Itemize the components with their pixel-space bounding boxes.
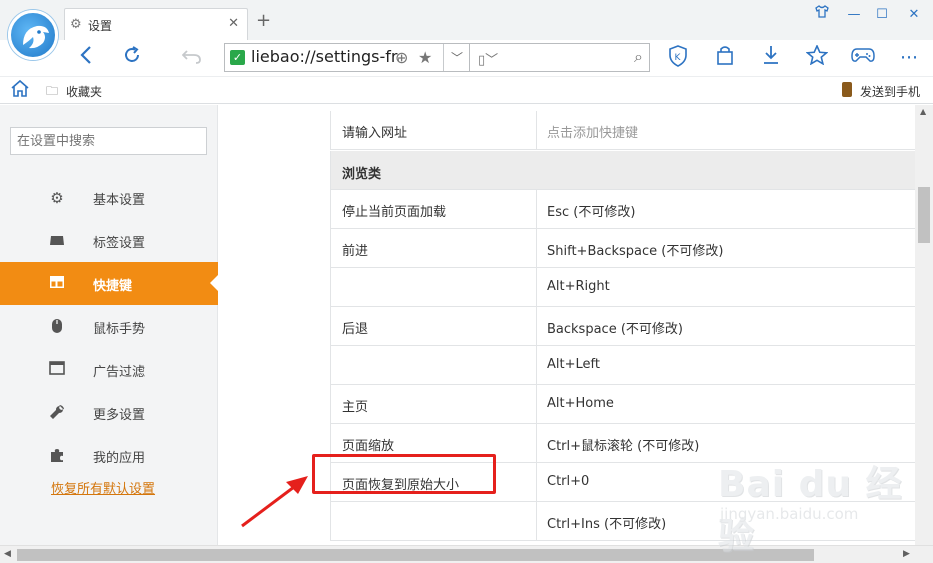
table-row: Alt+Right: [330, 268, 915, 307]
document-icon: ▯﹀: [478, 53, 499, 68]
sidebar-item-label: 基本设置: [93, 193, 146, 208]
shortcut-action: [331, 346, 537, 384]
shortcut-key-field[interactable]: Alt+Right: [538, 268, 916, 306]
settings-sidebar: ⚙ 基本设置 标签设置 快捷键 鼠标手势: [0, 105, 218, 545]
folder-icon: 🗀: [46, 84, 59, 98]
sidebar-item-shortcuts[interactable]: 快捷键: [0, 262, 218, 305]
table-row: 请输入网址 点击添加快捷键: [330, 111, 915, 150]
annotation-arrow-icon: [241, 476, 308, 528]
gear-icon: ⚙: [50, 189, 64, 207]
sidebar-item-label: 快捷键: [93, 279, 133, 294]
bag-icon[interactable]: [711, 45, 739, 71]
horizontal-scroll-thumb[interactable]: [17, 549, 814, 561]
more-menu-icon[interactable]: ···: [895, 45, 923, 71]
sidebar-item-label: 广告过滤: [93, 365, 146, 380]
sidebar-item-my-apps[interactable]: 我的应用: [0, 434, 218, 477]
undo-close-button[interactable]: [178, 44, 206, 72]
address-divider: [443, 44, 444, 71]
table-row: 停止当前页面加载 Esc (不可修改): [330, 190, 915, 229]
shortcut-action: [331, 502, 537, 540]
vertical-scroll-thumb[interactable]: [918, 187, 930, 243]
baidu-watermark: Bai du 经验 jingyan.baidu.com: [718, 455, 918, 557]
shortcut-action: 停止当前页面加载: [331, 190, 537, 228]
download-icon[interactable]: [757, 45, 785, 71]
bookmark-bar: 🗀 收藏夹 发送到手机: [0, 76, 933, 104]
scroll-left-icon[interactable]: ◀: [4, 549, 11, 559]
shortcut-action: 前进: [331, 229, 537, 267]
send-to-phone-link[interactable]: 发送到手机: [860, 83, 920, 100]
search-icon[interactable]: ⌕: [634, 47, 643, 67]
section-title: 浏览类: [342, 167, 382, 182]
table-row: 主页 Alt+Home: [330, 385, 915, 424]
sidebar-item-more-settings[interactable]: 更多设置: [0, 391, 218, 434]
table-row: Alt+Left: [330, 346, 915, 385]
shortcut-key-field[interactable]: Alt+Left: [538, 346, 916, 384]
bookmark-star-icon[interactable]: ★: [418, 48, 432, 67]
liebao-logo: [8, 10, 58, 60]
tab-title: 设置: [88, 19, 113, 33]
shortcut-action: [331, 268, 537, 306]
sidebar-item-label: 标签设置: [93, 236, 146, 251]
watermark-site: jingyan.baidu.com: [720, 505, 859, 523]
address-url[interactable]: liebao://settings-frame/shortcuts: [251, 47, 399, 66]
favorites-link[interactable]: 收藏夹: [66, 83, 102, 100]
sidebar-item-tabs[interactable]: 标签设置: [0, 219, 218, 262]
scroll-up-icon[interactable]: ▲: [920, 107, 926, 116]
tab-settings[interactable]: ⚙ 设置 ✕: [64, 8, 248, 40]
address-bar[interactable]: ✓ liebao://settings-frame/shortcuts ⊕ ★ …: [224, 43, 470, 72]
shield-icon[interactable]: K: [664, 45, 692, 71]
sidebar-item-label: 我的应用: [93, 451, 146, 466]
shortcut-key-field[interactable]: Shift+Backspace (不可修改): [538, 229, 916, 267]
shortcut-key-field[interactable]: Esc (不可修改): [538, 190, 916, 228]
gear-icon: ⚙: [70, 17, 82, 32]
maximize-icon[interactable]: ☐: [868, 4, 896, 26]
svg-text:K: K: [675, 53, 682, 63]
chevron-down-icon[interactable]: ﹀: [451, 49, 463, 66]
refresh-button[interactable]: [118, 44, 146, 72]
table-row: 后退 Backspace (不可修改): [330, 307, 915, 346]
sidebar-item-label: 更多设置: [93, 408, 146, 423]
gamepad-icon[interactable]: [849, 45, 877, 71]
back-button[interactable]: [72, 44, 100, 72]
search-input[interactable]: [500, 48, 620, 68]
wrench-icon: [48, 404, 66, 422]
close-icon[interactable]: ✕: [900, 4, 928, 26]
puzzle-icon: [48, 447, 66, 465]
shortcut-icon: [48, 275, 66, 293]
secure-check-icon: ✓: [230, 50, 245, 65]
sidebar-item-basic[interactable]: ⚙ 基本设置: [0, 176, 218, 219]
favorite-star-icon[interactable]: [803, 44, 831, 71]
shortcut-action: 后退: [331, 307, 537, 345]
tab-icon: [48, 232, 66, 250]
search-box: ▯﹀ ⌕: [470, 43, 650, 72]
shortcut-key-field[interactable]: Alt+Home: [538, 385, 916, 423]
home-icon[interactable]: [10, 79, 30, 102]
plugin-icon[interactable]: ⊕: [395, 48, 408, 67]
settings-search-input[interactable]: [10, 127, 207, 155]
navigation-bar: ✓ liebao://settings-frame/shortcuts ⊕ ★ …: [0, 40, 933, 76]
mouse-icon: [48, 318, 66, 336]
shortcut-action: 主页: [331, 385, 537, 423]
tab-close-button[interactable]: ✕: [228, 16, 239, 31]
title-bar: ⚙ 设置 ✕ + — ☐ ✕: [0, 0, 933, 40]
sidebar-item-mouse-gesture[interactable]: 鼠标手势: [0, 305, 218, 348]
shortcut-key-field[interactable]: Backspace (不可修改): [538, 307, 916, 345]
phone-icon: [842, 82, 852, 97]
sidebar-item-ad-filter[interactable]: 广告过滤: [0, 348, 218, 391]
shortcut-action: 请输入网址: [331, 111, 537, 149]
minimize-icon[interactable]: —: [840, 4, 868, 26]
window-icon: [48, 361, 66, 379]
shortcut-key-field[interactable]: 点击添加快捷键: [538, 111, 916, 149]
table-row: 前进 Shift+Backspace (不可修改): [330, 229, 915, 268]
sidebar-item-label: 鼠标手势: [93, 322, 146, 337]
highlight-box: [312, 454, 496, 494]
section-header-browse: 浏览类: [330, 151, 915, 190]
browser-window: ⚙ 设置 ✕ + — ☐ ✕ ✓ liebao://settings-fr ⊕ …: [0, 0, 933, 563]
restore-defaults-link[interactable]: 恢复所有默认设置: [51, 478, 155, 497]
skin-icon[interactable]: [808, 4, 836, 26]
new-tab-button[interactable]: +: [256, 12, 271, 30]
